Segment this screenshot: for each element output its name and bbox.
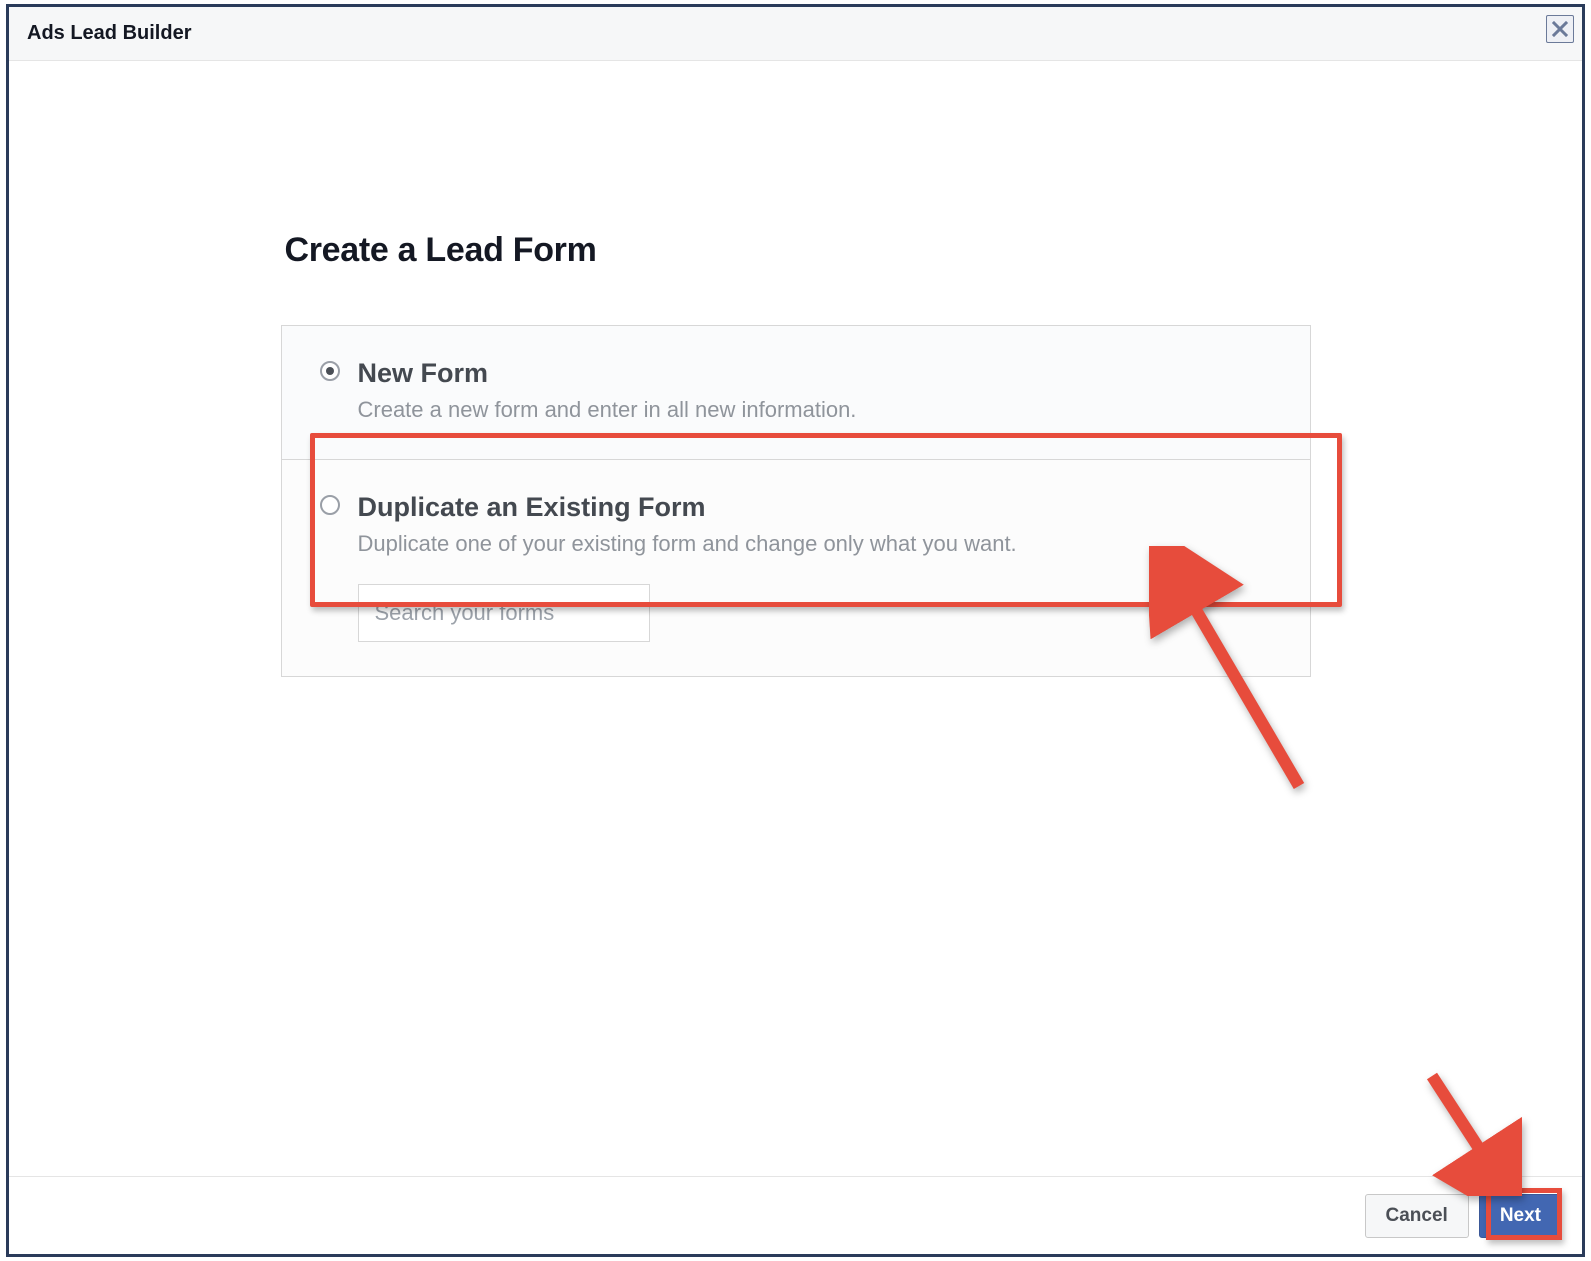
modal-body: Create a Lead Form New Form Create a new…: [9, 61, 1582, 1176]
option-duplicate-form[interactable]: Duplicate an Existing Form Duplicate one…: [281, 460, 1311, 678]
ads-lead-builder-modal: Ads Lead Builder Create a Lead Form New …: [6, 4, 1585, 1257]
modal-header: Ads Lead Builder: [9, 7, 1582, 61]
cancel-button[interactable]: Cancel: [1365, 1194, 1469, 1238]
content: Create a Lead Form New Form Create a new…: [281, 231, 1311, 1176]
search-forms-input[interactable]: [358, 584, 650, 642]
modal-footer: Cancel Next: [9, 1176, 1582, 1254]
option-row: New Form Create a new form and enter in …: [320, 358, 1274, 425]
radio-new-form[interactable]: [320, 361, 340, 381]
option-row: Duplicate an Existing Form Duplicate one…: [320, 492, 1274, 643]
close-icon: [1552, 21, 1568, 37]
option-desc-new-form: Create a new form and enter in all new i…: [358, 395, 857, 425]
modal-title: Ads Lead Builder: [27, 22, 191, 45]
option-label-duplicate: Duplicate an Existing Form: [358, 492, 1274, 523]
next-button[interactable]: Next: [1479, 1194, 1562, 1238]
option-desc-duplicate: Duplicate one of your existing form and …: [358, 529, 1274, 559]
option-text: Duplicate an Existing Form Duplicate one…: [358, 492, 1274, 643]
page-title: Create a Lead Form: [285, 231, 1311, 270]
option-new-form[interactable]: New Form Create a new form and enter in …: [281, 325, 1311, 460]
close-button[interactable]: [1546, 15, 1574, 43]
option-text: New Form Create a new form and enter in …: [358, 358, 857, 425]
radio-duplicate-form[interactable]: [320, 495, 340, 515]
option-label-new-form: New Form: [358, 358, 857, 389]
